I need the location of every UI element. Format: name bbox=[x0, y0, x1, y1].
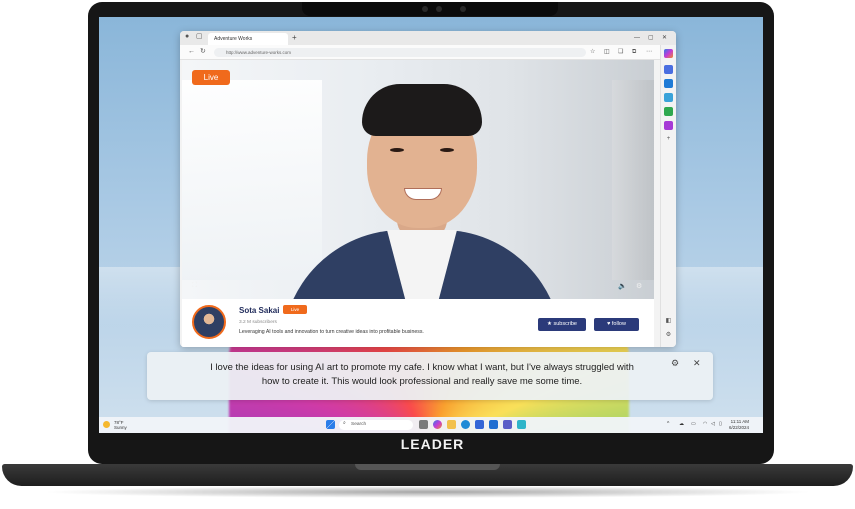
webcam-lens-icon bbox=[436, 6, 442, 12]
laptop-shadow bbox=[40, 486, 815, 498]
browser-tab[interactable]: Adventure Works bbox=[208, 33, 288, 45]
caption-close-icon[interactable]: ✕ bbox=[693, 358, 701, 369]
live-caption-panel: I love the ideas for using AI art to pro… bbox=[147, 352, 713, 400]
back-icon[interactable]: ← bbox=[188, 47, 195, 57]
browser-titlebar: ● ▢ Adventure Works + — ▢ ✕ bbox=[180, 31, 676, 45]
presenter-eye-left bbox=[390, 148, 404, 152]
more-icon[interactable]: ⋯ bbox=[646, 47, 652, 57]
follow-label: follow bbox=[611, 321, 626, 327]
video-player[interactable]: Live ⛶ 🔈 ⚙ bbox=[182, 60, 654, 299]
add-sidebar-icon[interactable]: + bbox=[664, 135, 673, 144]
sidebar-layout-icon[interactable]: ◧ bbox=[664, 317, 673, 326]
maximize-icon[interactable]: ▢ bbox=[648, 33, 654, 43]
edge-icon[interactable] bbox=[461, 420, 470, 429]
desktop-screen: ● ▢ Adventure Works + — ▢ ✕ ← ↻ http://w… bbox=[99, 17, 763, 433]
laptop-hinge-notch bbox=[355, 464, 500, 470]
webcam-led-icon bbox=[460, 6, 466, 12]
avatar[interactable] bbox=[192, 305, 226, 339]
store-icon[interactable] bbox=[475, 420, 484, 429]
webcam-sensor-icon bbox=[422, 6, 428, 12]
browser-toolbar: ← ↻ http://www.adventure-works.com ☆ ◫ ❏… bbox=[180, 45, 676, 60]
tab-actions-icon[interactable]: ▢ bbox=[196, 32, 203, 42]
follow-button[interactable]: ♥ follow bbox=[594, 318, 639, 331]
outlook-icon[interactable] bbox=[489, 420, 498, 429]
subscriber-count: 3.2 M subscribers bbox=[239, 320, 277, 325]
refresh-icon[interactable]: ↻ bbox=[200, 47, 206, 57]
volume-icon[interactable]: 🔈 bbox=[618, 282, 627, 290]
shopping-icon[interactable] bbox=[664, 65, 673, 74]
favorite-icon[interactable]: ☆ bbox=[590, 47, 595, 57]
channel-name[interactable]: Sota Sakai bbox=[239, 306, 279, 315]
video-settings-icon[interactable]: ⚙ bbox=[636, 282, 642, 290]
copilot-taskbar-icon[interactable] bbox=[433, 420, 442, 429]
task-view-icon[interactable] bbox=[419, 420, 428, 429]
start-icon[interactable] bbox=[326, 420, 335, 429]
volume-tray-icon[interactable]: ◁ bbox=[711, 421, 715, 427]
battery-icon[interactable]: ▯ bbox=[719, 421, 722, 427]
fullscreen-icon[interactable]: ⛶ bbox=[192, 282, 197, 290]
extensions-icon[interactable]: ⧉ bbox=[632, 47, 636, 57]
weather-widget[interactable]: 78°F Sunny bbox=[114, 420, 127, 430]
file-explorer-icon[interactable] bbox=[447, 420, 456, 429]
webcam-bar bbox=[302, 2, 558, 16]
wifi-icon[interactable]: ◠ bbox=[703, 421, 707, 427]
background-shelf bbox=[612, 80, 654, 280]
office-icon[interactable] bbox=[664, 107, 673, 116]
caption-text: I love the ideas for using AI art to pro… bbox=[210, 362, 634, 387]
live-badge: Live bbox=[192, 70, 230, 85]
weather-sun-icon[interactable] bbox=[103, 421, 110, 428]
background-window bbox=[182, 80, 322, 280]
browser-sidebar: + ◧ ⚙ bbox=[660, 45, 676, 347]
collections-icon[interactable]: ❏ bbox=[618, 47, 623, 57]
designer-icon[interactable] bbox=[664, 121, 673, 130]
minimize-icon[interactable]: — bbox=[634, 33, 640, 43]
weather-desc: Sunny bbox=[114, 425, 127, 430]
clock-date: 6/22/2024 bbox=[729, 425, 750, 430]
browser-window: ● ▢ Adventure Works + — ▢ ✕ ← ↻ http://w… bbox=[180, 31, 676, 347]
channel-info: Sota Sakai Live 3.2 M subscribers Levera… bbox=[182, 299, 654, 347]
presenter-eye-right bbox=[440, 148, 454, 152]
caption-settings-icon[interactable]: ⚙ bbox=[671, 358, 679, 369]
profile-icon[interactable]: ● bbox=[185, 32, 189, 42]
taskbar: 78°F Sunny Search ⌕ ^ ☁ ▭ ◠ ◁ ▯ 11:11 AM… bbox=[99, 417, 763, 433]
tools-icon[interactable] bbox=[664, 79, 673, 88]
copilot-icon[interactable] bbox=[664, 49, 673, 58]
overflow-chevron-icon[interactable]: ^ bbox=[667, 421, 669, 427]
channel-description: Leveraging AI tools and innovation to tu… bbox=[239, 329, 424, 335]
system-clock[interactable]: 11:11 AM 6/22/2024 bbox=[729, 419, 749, 431]
sidebar-settings-icon[interactable]: ⚙ bbox=[664, 331, 673, 340]
teams-icon[interactable] bbox=[503, 420, 512, 429]
presenter-smile bbox=[404, 188, 442, 200]
split-screen-icon[interactable]: ◫ bbox=[604, 47, 610, 57]
presenter-hair bbox=[362, 84, 482, 136]
address-bar[interactable]: http://www.adventure-works.com bbox=[214, 48, 586, 57]
new-tab-icon[interactable]: + bbox=[292, 33, 297, 43]
close-icon[interactable]: ✕ bbox=[662, 33, 667, 43]
brand-logo: LEADER bbox=[400, 436, 465, 452]
live-badge-small: Live bbox=[283, 305, 307, 314]
device-icon[interactable]: ▭ bbox=[691, 421, 696, 427]
subscribe-button[interactable]: ★ subscribe bbox=[538, 318, 586, 331]
cloud-icon[interactable]: ☁ bbox=[679, 421, 684, 427]
subscribe-label: subscribe bbox=[553, 321, 577, 327]
search-icon: ⌕ bbox=[343, 420, 346, 426]
photos-icon[interactable] bbox=[517, 420, 526, 429]
games-icon[interactable] bbox=[664, 93, 673, 102]
search-input[interactable]: Search bbox=[339, 420, 413, 430]
